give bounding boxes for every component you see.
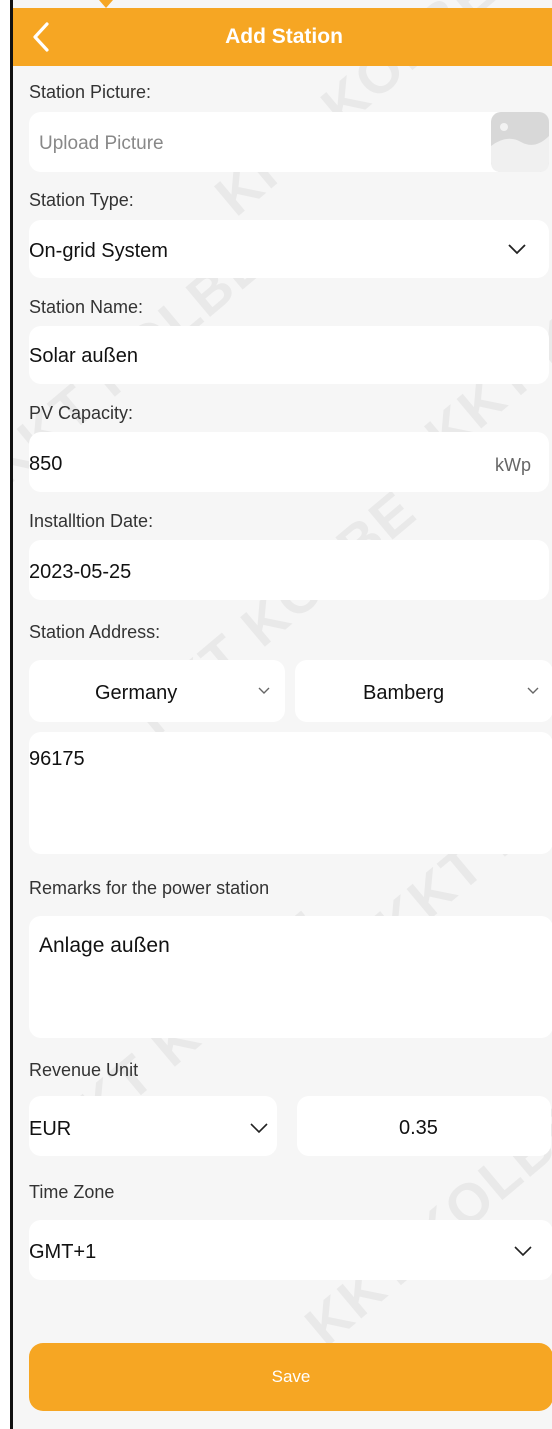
revenue-unit-label: Revenue Unit: [29, 1060, 139, 1080]
station-address-label: Station Address:: [29, 622, 161, 642]
country-value: Germany: [95, 682, 178, 704]
currency-value: EUR: [29, 1118, 72, 1140]
upload-picture-placeholder: Upload Picture: [39, 133, 164, 154]
station-type-select[interactable]: On-grid System: [29, 220, 549, 278]
top-notch: [99, 0, 113, 8]
page-title: Add Station: [225, 25, 343, 48]
address-value: 96175: [29, 748, 85, 770]
time-zone-value: GMT+1: [29, 1241, 97, 1263]
chevron-down-icon: [250, 1123, 268, 1134]
currency-select[interactable]: EUR: [29, 1096, 277, 1156]
station-name-label: Station Name:: [29, 297, 144, 317]
country-select[interactable]: Germany: [29, 660, 285, 722]
time-zone-label: Time Zone: [29, 1182, 115, 1202]
pv-capacity-label: PV Capacity:: [29, 403, 134, 423]
chevron-down-icon: [514, 1246, 532, 1257]
upload-picture-field[interactable]: Upload Picture: [29, 112, 549, 172]
chevron-down-icon: [527, 687, 539, 694]
address-textarea[interactable]: 96175: [29, 732, 552, 854]
pv-capacity-value: 850: [29, 453, 63, 475]
installation-date-value: 2023-05-25: [29, 561, 132, 583]
station-type-label: Station Type:: [29, 190, 134, 210]
remarks-label: Remarks for the power station: [29, 878, 270, 898]
price-input[interactable]: 0.35: [297, 1096, 551, 1156]
chevron-down-icon: [258, 687, 270, 694]
city-select[interactable]: Bamberg: [295, 660, 552, 722]
installation-date-field[interactable]: 2023-05-25: [29, 540, 549, 600]
station-name-input[interactable]: Solar außen: [29, 326, 549, 384]
chevron-down-icon: [508, 244, 526, 255]
station-picture-label: Station Picture:: [29, 82, 152, 102]
installation-date-label: Installtion Date:: [29, 511, 154, 531]
price-value: 0.35: [399, 1117, 438, 1139]
city-value: Bamberg: [363, 682, 445, 704]
remarks-value: Anlage außen: [39, 934, 170, 957]
time-zone-select[interactable]: GMT+1: [29, 1220, 552, 1280]
image-icon[interactable]: [489, 112, 551, 172]
remarks-textarea[interactable]: Anlage außen: [29, 916, 552, 1038]
station-name-value: Solar außen: [29, 345, 138, 367]
station-type-value: On-grid System: [29, 240, 168, 262]
save-button[interactable]: Save: [29, 1343, 552, 1411]
save-button-label: Save: [271, 1367, 311, 1386]
pv-capacity-unit: kWp: [495, 455, 531, 475]
nav-header: Add Station: [13, 8, 552, 66]
app-screen: KKT KOLBE KKT KOLBE KKT KOLBE KKT KOLBE …: [10, 0, 552, 1429]
pv-capacity-input[interactable]: 850 kWp: [29, 432, 549, 492]
